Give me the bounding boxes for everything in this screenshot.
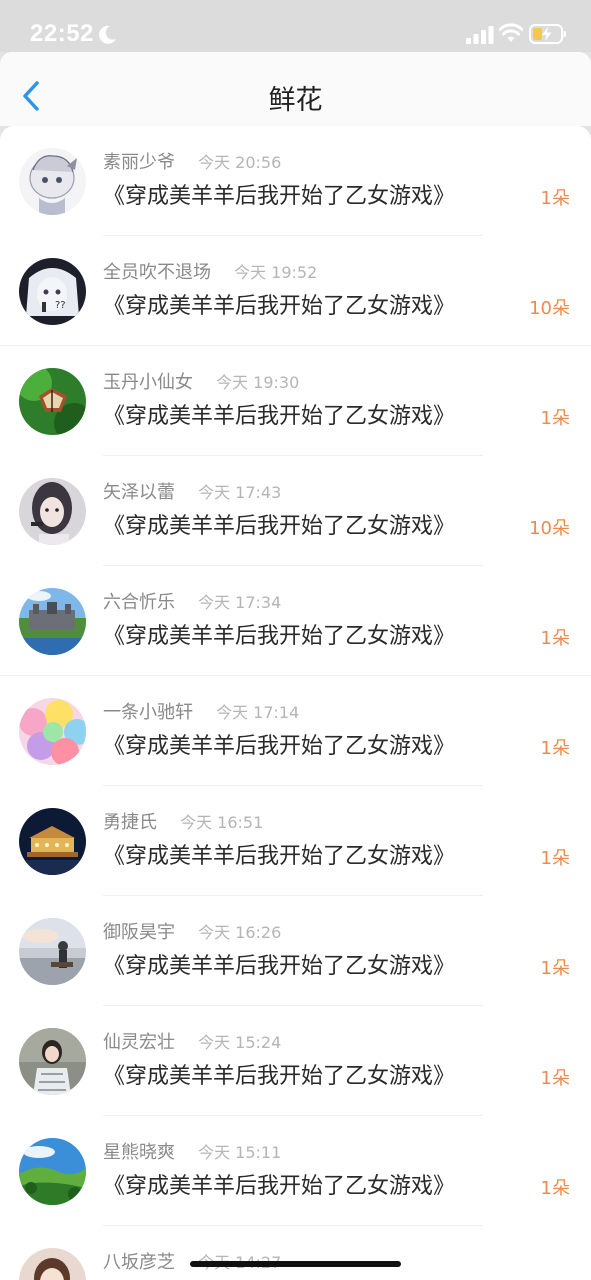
list-item[interactable]: 一条小驰轩 今天 17:14 《穿成美羊羊后我开始了乙女游戏》 1朵 xyxy=(0,676,591,786)
book-title[interactable]: 《穿成美羊羊后我开始了乙女游戏》 xyxy=(103,618,455,650)
meta: 六合忻乐 今天 17:34 xyxy=(103,588,281,618)
flower-count: 1朵 xyxy=(540,188,570,209)
nav-bar: 鲜花 xyxy=(0,52,591,126)
user-name: 一条小驰轩 xyxy=(103,702,193,723)
avatar[interactable] xyxy=(19,478,86,545)
battery-charging-icon xyxy=(529,24,566,44)
user-name: 仙灵宏壮 xyxy=(103,1032,175,1053)
user-name: 全员吹不退场 xyxy=(103,262,211,283)
user-name: 八坂彦芝 xyxy=(103,1252,175,1273)
list-item[interactable]: 勇捷氏 今天 16:51 《穿成美羊羊后我开始了乙女游戏》 1朵 xyxy=(0,786,591,896)
signal-icon xyxy=(466,26,494,44)
user-name: 御阪昊宇 xyxy=(103,922,175,943)
flower-count: 1朵 xyxy=(540,738,570,759)
book-title[interactable]: 《穿成美羊羊后我开始了乙女游戏》 xyxy=(103,838,455,870)
avatar[interactable] xyxy=(19,918,86,985)
flower-count: 10朵 xyxy=(529,298,570,319)
list-item[interactable]: 仙灵宏壮 今天 15:24 《穿成美羊羊后我开始了乙女游戏》 1朵 xyxy=(0,1006,591,1116)
flower-count: 1朵 xyxy=(540,628,570,649)
avatar[interactable]: ?? xyxy=(19,258,86,325)
status-time: 22:52 xyxy=(30,20,94,47)
book-title[interactable]: 《穿成美羊羊后我开始了乙女游戏》 xyxy=(103,1058,455,1090)
timestamp: 今天 16:26 xyxy=(198,923,282,942)
avatar[interactable] xyxy=(19,808,86,875)
list-item[interactable]: 玉丹小仙女 今天 19:30 《穿成美羊羊后我开始了乙女游戏》 1朵 xyxy=(0,346,591,456)
page-title: 鲜花 xyxy=(268,85,323,116)
flower-count: 1朵 xyxy=(540,848,570,869)
list-item[interactable]: 星熊晓爽 今天 15:11 《穿成美羊羊后我开始了乙女游戏》 1朵 xyxy=(0,1116,591,1226)
meta: 全员吹不退场 今天 19:52 xyxy=(103,258,317,288)
moon-icon xyxy=(99,25,116,44)
timestamp: 今天 15:24 xyxy=(198,1033,282,1052)
flower-count: 1朵 xyxy=(540,408,570,429)
book-title[interactable]: 《穿成美羊羊后我开始了乙女游戏》 xyxy=(103,288,455,320)
user-name: 矢泽以蕾 xyxy=(103,482,175,503)
list-item[interactable]: ?? 全员吹不退场 今天 19:52 《穿成美羊羊后我开始了乙女游戏》 10朵 xyxy=(0,236,591,346)
meta: 一条小驰轩 今天 17:14 xyxy=(103,698,299,728)
timestamp: 今天 17:14 xyxy=(216,703,300,722)
meta: 玉丹小仙女 今天 19:30 xyxy=(103,368,299,398)
user-name: 勇捷氏 xyxy=(103,812,157,833)
avatar[interactable] xyxy=(19,1248,86,1280)
list-item[interactable]: 素丽少爷 今天 20:56 《穿成美羊羊后我开始了乙女游戏》 1朵 xyxy=(0,126,591,236)
avatar[interactable] xyxy=(19,588,86,655)
book-title[interactable]: 《穿成美羊羊后我开始了乙女游戏》 xyxy=(103,398,455,430)
home-indicator[interactable] xyxy=(190,1261,401,1267)
user-name: 星熊晓爽 xyxy=(103,1142,175,1163)
timestamp: 今天 20:56 xyxy=(198,153,282,172)
meta: 素丽少爷 今天 20:56 xyxy=(103,148,281,178)
list-item[interactable]: 御阪昊宇 今天 16:26 《穿成美羊羊后我开始了乙女游戏》 1朵 xyxy=(0,896,591,1006)
list-item[interactable]: 矢泽以蕾 今天 17:43 《穿成美羊羊后我开始了乙女游戏》 10朵 xyxy=(0,456,591,566)
timestamp: 今天 19:52 xyxy=(234,263,318,282)
avatar[interactable] xyxy=(19,698,86,765)
user-name: 玉丹小仙女 xyxy=(103,372,193,393)
flower-count: 1朵 xyxy=(540,1178,570,1199)
user-name: 六合忻乐 xyxy=(103,592,175,613)
flower-count: 1朵 xyxy=(540,1068,570,1089)
book-title[interactable]: 《穿成美羊羊后我开始了乙女游戏》 xyxy=(103,508,455,540)
svg-text:??: ?? xyxy=(55,300,66,311)
status-bar: 22:52 xyxy=(0,0,591,52)
timestamp: 今天 17:43 xyxy=(198,483,282,502)
flower-list: 素丽少爷 今天 20:56 《穿成美羊羊后我开始了乙女游戏》 1朵 ?? 全员吹… xyxy=(0,126,591,1280)
book-title[interactable]: 《穿成美羊羊后我开始了乙女游戏》 xyxy=(103,1168,455,1200)
timestamp: 今天 15:11 xyxy=(198,1143,282,1162)
book-title[interactable]: 《穿成美羊羊后我开始了乙女游戏》 xyxy=(103,948,455,980)
list-item[interactable]: 六合忻乐 今天 17:34 《穿成美羊羊后我开始了乙女游戏》 1朵 xyxy=(0,566,591,676)
meta: 矢泽以蕾 今天 17:43 xyxy=(103,478,281,508)
list-item[interactable]: 八坂彦芝 今天 14:27 xyxy=(0,1226,591,1280)
flower-count: 1朵 xyxy=(540,958,570,979)
avatar[interactable] xyxy=(19,1138,86,1205)
meta: 勇捷氏 今天 16:51 xyxy=(103,808,263,838)
user-name: 素丽少爷 xyxy=(103,152,175,173)
avatar[interactable] xyxy=(19,148,86,215)
flower-count: 10朵 xyxy=(529,518,570,539)
meta: 御阪昊宇 今天 16:26 xyxy=(103,918,281,948)
avatar[interactable] xyxy=(19,1028,86,1095)
meta: 仙灵宏壮 今天 15:24 xyxy=(103,1028,281,1058)
timestamp: 今天 17:34 xyxy=(198,593,282,612)
timestamp: 今天 16:51 xyxy=(180,813,264,832)
meta: 星熊晓爽 今天 15:11 xyxy=(103,1138,281,1168)
book-title[interactable]: 《穿成美羊羊后我开始了乙女游戏》 xyxy=(103,728,455,760)
book-title[interactable]: 《穿成美羊羊后我开始了乙女游戏》 xyxy=(103,178,455,210)
avatar[interactable] xyxy=(19,368,86,435)
timestamp: 今天 19:30 xyxy=(216,373,300,392)
wifi-icon xyxy=(499,23,523,42)
